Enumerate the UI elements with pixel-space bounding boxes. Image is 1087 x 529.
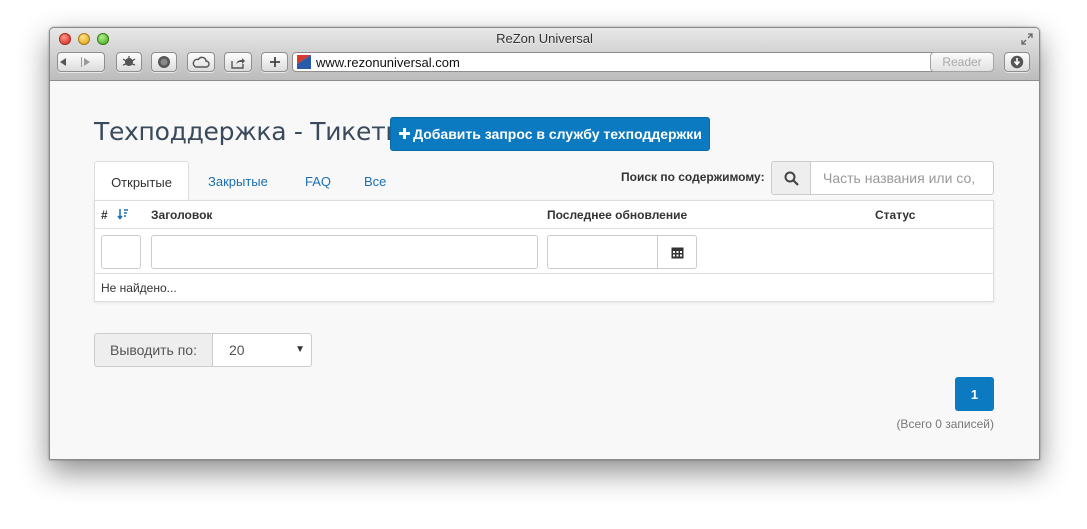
add-bookmark-button[interactable]	[261, 52, 288, 72]
header-divider	[95, 228, 993, 229]
empty-table-message: Не найдено...	[101, 281, 177, 295]
search-label: Поиск по содержимому:	[621, 170, 765, 184]
chevron-down-icon: ▼	[295, 344, 305, 355]
column-number[interactable]: #	[101, 208, 129, 222]
filter-subject-input[interactable]	[151, 235, 538, 269]
address-bar[interactable]: www.rezonuniversal.com	[292, 52, 974, 72]
share-button[interactable]	[224, 52, 252, 72]
page-title: Техподдержка - Тикеты	[94, 117, 405, 146]
download-icon	[1010, 55, 1024, 69]
pagination-page-1[interactable]: 1	[955, 377, 994, 411]
page-content: Техподдержка - Тикеты Добавить запрос в …	[50, 81, 1039, 459]
filter-divider	[95, 273, 993, 274]
tab-closed[interactable]: Закрытые	[208, 161, 278, 201]
bug-icon	[122, 56, 136, 66]
cloud-icon	[192, 56, 210, 68]
search-button[interactable]	[771, 161, 811, 195]
filter-date-input[interactable]	[547, 235, 659, 269]
search-input[interactable]: Часть названия или со,	[810, 161, 994, 195]
back-forward-group	[57, 52, 105, 72]
browser-window: ReZon Universal www.rezonuniversal.com R…	[49, 27, 1040, 460]
tab-faq[interactable]: FAQ	[305, 161, 335, 201]
plus-icon	[398, 127, 411, 141]
filter-number-input[interactable]	[101, 235, 141, 269]
record-icon	[158, 56, 170, 68]
tab-open[interactable]: Открытые	[94, 161, 189, 201]
site-favicon-icon	[297, 55, 311, 69]
per-page-label: Выводить по:	[94, 333, 213, 367]
reader-button[interactable]: Reader	[930, 52, 994, 72]
title-bar: ReZon Universal www.rezonuniversal.com R…	[50, 28, 1039, 81]
calendar-button[interactable]	[657, 235, 697, 269]
column-last-update[interactable]: Последнее обновление	[547, 208, 687, 222]
extension-button[interactable]	[116, 52, 142, 72]
back-button[interactable]	[58, 57, 82, 67]
icloud-button[interactable]	[187, 52, 215, 72]
sort-icon[interactable]	[117, 208, 129, 220]
column-status[interactable]: Статус	[875, 208, 915, 222]
plus-icon	[269, 57, 280, 67]
tab-all[interactable]: Все	[364, 161, 394, 201]
url-text: www.rezonuniversal.com	[316, 55, 460, 70]
forward-arrow-icon	[83, 58, 90, 66]
total-records: (Всего 0 записей)	[896, 417, 994, 431]
search-icon	[784, 171, 799, 186]
record-button[interactable]	[151, 52, 177, 72]
downloads-button[interactable]	[1004, 52, 1030, 72]
tickets-table: # Заголовок Последнее обновление Статус	[94, 200, 994, 302]
per-page-value: 20	[229, 342, 245, 358]
share-icon	[231, 57, 245, 69]
back-arrow-icon	[60, 58, 66, 66]
window-title: ReZon Universal	[496, 31, 593, 46]
forward-button[interactable]	[82, 57, 105, 67]
column-subject[interactable]: Заголовок	[151, 208, 212, 222]
fullscreen-icon[interactable]	[1021, 33, 1033, 45]
calendar-icon	[671, 247, 683, 258]
add-support-request-button[interactable]: Добавить запрос в службу техподдержки	[390, 117, 710, 151]
add-button-label: Добавить запрос в службу техподдержки	[413, 126, 702, 142]
per-page-select[interactable]: 20 ▼	[212, 333, 312, 367]
